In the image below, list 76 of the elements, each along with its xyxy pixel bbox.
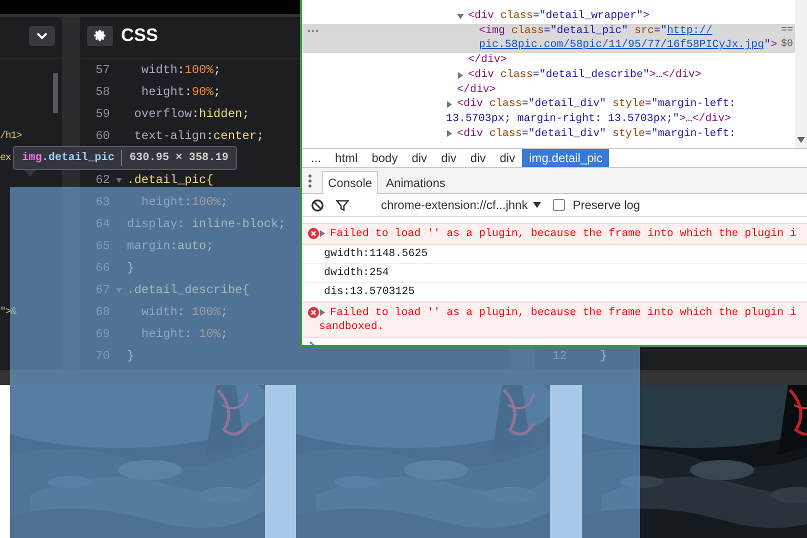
error-icon [308, 228, 319, 239]
line-number: 62 [96, 173, 110, 187]
dom-node-text[interactable]: <div class="detail_describe">…</div> [468, 68, 702, 83]
dom-node-text[interactable]: <div class="detail_wrapper"> [468, 9, 650, 24]
element-selector: img.detail_pic [22, 152, 114, 164]
code-line: margin:auto; [127, 239, 214, 253]
code-line: } [127, 349, 134, 363]
filter-icon[interactable] [336, 198, 349, 212]
element-size: 630.95 × 358.19 [129, 152, 228, 164]
chevron-down-icon [36, 32, 48, 40]
fold-arrow-icon[interactable] [116, 178, 122, 182]
log-message: dwidth:254 [302, 264, 807, 283]
context-select[interactable]: chrome-extension://cf...jhnk [381, 198, 541, 212]
drawer-tab[interactable]: Console [322, 171, 378, 194]
expanded-arrow-icon[interactable] [457, 12, 464, 20]
log-message: gwidth:1148.5625 [302, 245, 807, 264]
expand-arrow-icon[interactable] [319, 230, 326, 237]
drawer-tab[interactable]: Animations [380, 171, 452, 194]
node-reference: == $0 [781, 24, 794, 52]
settings-icon [94, 29, 106, 42]
collapsed-arrow-icon[interactable] [457, 72, 464, 79]
more-icon[interactable] [307, 28, 319, 33]
code-line: height: 10%; [140, 327, 228, 341]
pane-title: CSS [121, 25, 158, 46]
dom-node-text[interactable]: <div class="detail_div" style="margin-left: [457, 126, 736, 142]
line-number: 58 [96, 85, 110, 99]
breadcrumb[interactable]: ... [304, 149, 328, 167]
code-line: display: inline-block; [127, 217, 286, 231]
code-line: .detail_pic{ [127, 173, 214, 187]
message-text: Failed to load '' as a plugin, because the frame into which the plugin i [330, 306, 797, 320]
line-number: 60 [96, 129, 110, 143]
collapse-button[interactable] [29, 26, 55, 46]
closing-tag: </div> [468, 53, 507, 68]
breadcrumb[interactable]: div [404, 149, 434, 167]
collapsed-arrow-icon[interactable] [446, 130, 453, 138]
message-text: Failed to load '' as a plugin, because the frame into which the plugin i [330, 227, 797, 241]
collapsed-arrow-icon[interactable] [446, 101, 453, 108]
preserve-log-checkbox[interactable] [552, 199, 565, 211]
scroll-down-icon[interactable] [797, 136, 805, 144]
code-line: .detail_describe{ [127, 283, 250, 297]
message-text: sandboxed. [319, 320, 385, 334]
code-text: ex [0, 152, 11, 164]
clear-console-icon[interactable] [311, 198, 324, 212]
kebab-menu-icon[interactable] [308, 174, 312, 188]
dom-node-text[interactable]: <img class="detail_pic" src="http:// [479, 24, 712, 38]
closing-tag: </div> [457, 82, 496, 98]
scrollbar-thumb[interactable] [53, 73, 58, 113]
dom-node-text[interactable]: 13.5703px; margin-right: 13.5703px;">…</div> [446, 112, 732, 127]
breadcrumb[interactable]: div [434, 149, 464, 167]
code-line: width:100%; [140, 63, 221, 77]
dom-node-text[interactable]: <div class="detail_div" style="margin-left: [457, 97, 736, 112]
code-line: } [127, 261, 134, 275]
line-number: 57 [96, 63, 110, 77]
code-line: } [599, 349, 608, 363]
code-line: overflow:hidden; [133, 107, 250, 121]
line-number: 59 [96, 107, 110, 121]
checkbox-label: Preserve log [572, 198, 640, 212]
code-line: text-align:center; [133, 129, 264, 143]
breadcrumb[interactable]: html [328, 149, 365, 167]
link[interactable]: http:// [666, 24, 712, 37]
code-line: height:100%; [140, 195, 228, 209]
dom-node-text[interactable]: pic.58pic.com/58pic/11/95/77/16f58PICyJx.jpg"> [479, 38, 778, 54]
code-line: height:90%; [140, 85, 221, 99]
expand-arrow-icon[interactable] [319, 309, 326, 316]
breadcrumb[interactable]: div [492, 149, 522, 167]
error-icon [308, 307, 319, 318]
code-text: /h1> [0, 130, 22, 142]
caret-icon[interactable] [532, 201, 541, 209]
settings-button[interactable] [87, 26, 113, 46]
selected-row[interactable]: <img class="detail_pic" src="http:// pic.58pic.com/58pic/11/95/77/16f58PICyJx.jpg"> == $0 [302, 24, 795, 54]
breadcrumb[interactable]: body [364, 149, 405, 167]
code-line: width: 100%; [140, 305, 228, 319]
link[interactable]: pic.58pic.com/58pic/11/95/77/16f58PICyJx.jpg [479, 39, 764, 52]
breadcrumb[interactable]: div [463, 149, 493, 167]
breadcrumb[interactable]: img.detail_pic [522, 149, 610, 167]
scrollbar[interactable] [795, 0, 807, 148]
